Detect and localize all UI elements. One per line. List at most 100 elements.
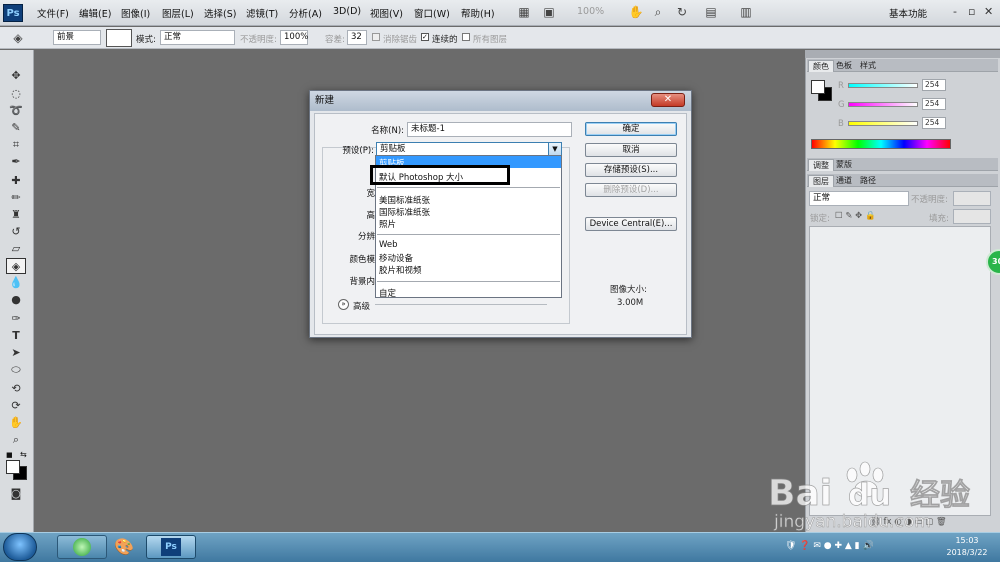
extras-icon[interactable]: ▥ — [738, 4, 754, 20]
workspace-switcher[interactable]: 基本功能 — [889, 6, 927, 20]
brush-tool-icon[interactable]: ✏ — [6, 190, 26, 206]
mode-select[interactable]: 正常 — [160, 30, 235, 45]
maximize-button[interactable]: ▫ — [968, 5, 975, 18]
stamp-tool-icon[interactable]: ♜ — [6, 207, 26, 223]
color-ramp[interactable] — [811, 139, 951, 149]
ok-button[interactable]: 确定 — [585, 122, 677, 136]
3d-rotate-tool-icon[interactable]: ⟲ — [6, 381, 26, 397]
preset-option-intl-paper[interactable]: 国际标准纸张 — [379, 206, 430, 218]
hand-tool-icon[interactable]: ✋ — [628, 4, 644, 20]
swap-colors-icon[interactable]: ⇆ — [20, 450, 27, 459]
zoom-tool-icon[interactable]: ⌕ — [6, 432, 26, 448]
tab-paths[interactable]: 路径 — [856, 175, 880, 187]
history-brush-tool-icon[interactable]: ↺ — [6, 224, 26, 240]
tab-swatches[interactable]: 色板 — [832, 60, 856, 72]
taskbar-paint-app[interactable]: 🎨 — [99, 535, 149, 559]
healing-brush-tool-icon[interactable]: ✚ — [6, 173, 26, 189]
tab-styles[interactable]: 样式 — [856, 60, 880, 72]
eraser-tool-icon[interactable]: ▱ — [6, 241, 26, 257]
dodge-tool-icon[interactable]: ● — [6, 292, 26, 308]
menu-help[interactable]: 帮助(H) — [461, 6, 495, 20]
path-select-tool-icon[interactable]: ➤ — [6, 345, 26, 361]
cancel-button[interactable]: 取消 — [585, 143, 677, 157]
screen-mode-icon[interactable]: ▣ — [541, 4, 557, 20]
menu-edit[interactable]: 编辑(E) — [79, 6, 111, 20]
tab-channels[interactable]: 通道 — [832, 175, 856, 187]
pattern-swatch[interactable] — [106, 29, 132, 47]
tray-icons[interactable]: 🛡 ❓ ✉ ● ✚ ▲ ▮ 🔊 — [785, 541, 874, 551]
taskbar-clock[interactable]: 15:03 2018/3/22 — [937, 535, 997, 559]
layer-fill-input[interactable] — [953, 209, 991, 224]
menu-select[interactable]: 选择(S) — [204, 6, 236, 20]
start-button[interactable] — [3, 533, 37, 561]
hand-tool-icon[interactable]: ✋ — [6, 415, 26, 431]
menu-file[interactable]: 文件(F) — [37, 6, 69, 20]
zoom-level[interactable]: 100% — [577, 6, 604, 17]
eyedropper-tool-icon[interactable]: ✒ — [6, 154, 26, 170]
name-input[interactable]: 未标题-1 — [407, 122, 572, 137]
menu-layer[interactable]: 图层(L) — [162, 6, 194, 20]
menu-3d[interactable]: 3D(D) — [333, 6, 361, 17]
device-central-button[interactable]: Device Central(E)... — [585, 217, 677, 231]
preset-option-mobile[interactable]: 移动设备 — [379, 252, 413, 264]
minimize-button[interactable]: - — [953, 5, 957, 18]
contiguous-checkbox[interactable]: ✓ — [421, 33, 429, 41]
zoom-tool-icon[interactable]: ⌕ — [650, 4, 666, 20]
all-layers-checkbox[interactable] — [462, 33, 470, 41]
default-colors-icon[interactable]: ■ — [6, 451, 13, 459]
layer-opacity-input[interactable] — [953, 191, 991, 206]
antialias-checkbox[interactable] — [372, 33, 380, 41]
close-app-button[interactable]: ✕ — [984, 5, 993, 18]
photoshop-logo[interactable]: Ps — [3, 4, 23, 22]
taskbar-photoshop-app[interactable]: Ps — [146, 535, 196, 559]
tab-masks[interactable]: 蒙版 — [832, 159, 856, 171]
preset-option-film-video[interactable]: 胶片和视频 — [379, 264, 422, 276]
opacity-input[interactable]: 100% — [280, 30, 308, 45]
red-slider[interactable] — [848, 83, 918, 88]
menu-image[interactable]: 图像(I) — [121, 6, 150, 20]
preset-option-us-paper[interactable]: 美国标准纸张 — [379, 194, 430, 206]
type-tool-icon[interactable]: T — [6, 328, 26, 344]
blue-slider[interactable] — [848, 121, 918, 126]
bridge-icon[interactable]: ▦ — [516, 4, 532, 20]
menu-analysis[interactable]: 分析(A) — [289, 6, 322, 20]
paint-bucket-icon[interactable]: ◈ — [10, 30, 26, 46]
foreground-color-swatch[interactable] — [6, 460, 20, 474]
preset-option-web[interactable]: Web — [379, 240, 398, 250]
paint-bucket-tool-icon[interactable]: ◈ — [6, 258, 26, 274]
green-value[interactable]: 254 — [922, 98, 946, 110]
tab-color[interactable]: 颜色 — [808, 60, 834, 72]
quick-mask-icon[interactable]: ◙ — [6, 486, 26, 502]
blur-tool-icon[interactable]: 💧 — [6, 275, 26, 291]
dialog-close-button[interactable]: ✕ — [651, 93, 685, 107]
crop-tool-icon[interactable]: ⌗ — [6, 137, 26, 153]
3d-orbit-tool-icon[interactable]: ⟳ — [6, 398, 26, 414]
save-preset-button[interactable]: 存储预设(S)... — [585, 163, 677, 177]
advanced-toggle-icon[interactable]: » — [338, 299, 349, 310]
rotate-view-icon[interactable]: ↻ — [674, 4, 690, 20]
tolerance-input[interactable]: 32 — [347, 30, 367, 45]
quick-select-tool-icon[interactable]: ✎ — [6, 120, 26, 136]
red-value[interactable]: 254 — [922, 79, 946, 91]
lock-icons[interactable]: ☐ ✎ ✥ 🔒 — [835, 211, 876, 221]
preset-option-custom[interactable]: 自定 — [379, 287, 396, 299]
blend-mode-select[interactable]: 正常 — [809, 191, 909, 206]
lasso-tool-icon[interactable]: ➰ — [6, 103, 26, 119]
move-tool-icon[interactable]: ✥ — [6, 68, 26, 84]
preset-option-photo[interactable]: 照片 — [379, 218, 396, 230]
tab-adjustments[interactable]: 调整 — [808, 159, 834, 171]
arrange-documents-icon[interactable]: ▤ — [703, 4, 719, 20]
marquee-tool-icon[interactable]: ◌ — [6, 86, 26, 102]
panel-foreground-swatch[interactable] — [811, 80, 825, 94]
menu-view[interactable]: 视图(V) — [370, 6, 403, 20]
tab-layers[interactable]: 图层 — [808, 175, 834, 187]
shape-tool-icon[interactable]: ⬭ — [6, 362, 26, 378]
panel-dock-header[interactable] — [805, 50, 1000, 58]
green-slider[interactable] — [848, 102, 918, 107]
delete-preset-button[interactable]: 删除预设(D)... — [585, 183, 677, 197]
pen-tool-icon[interactable]: ✑ — [6, 311, 26, 327]
menu-window[interactable]: 窗口(W) — [414, 6, 450, 20]
fill-source-select[interactable]: 前景 — [53, 30, 101, 45]
menu-filter[interactable]: 滤镜(T) — [246, 6, 278, 20]
blue-value[interactable]: 254 — [922, 117, 946, 129]
